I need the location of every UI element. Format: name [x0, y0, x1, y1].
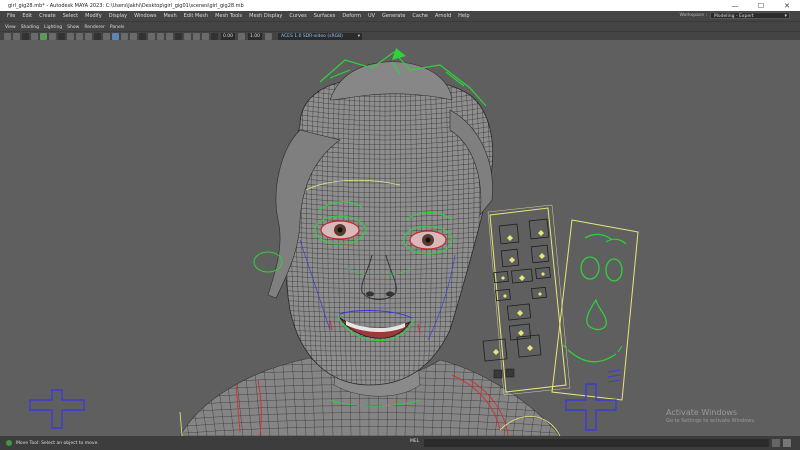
menu-arnold[interactable]: Arnold: [435, 13, 451, 19]
watermark-subtitle: Go to Settings to activate Windows.: [666, 418, 756, 424]
right-locator[interactable]: [565, 383, 617, 431]
textured-icon[interactable]: [121, 33, 128, 40]
menu-mesh-tools[interactable]: Mesh Tools: [215, 13, 242, 19]
help-line: Move Tool: Select an object to move. MEL: [0, 436, 800, 450]
head-mesh[interactable]: [270, 60, 506, 400]
command-line-input[interactable]: [424, 439, 769, 447]
close-button[interactable]: ✕: [774, 0, 800, 11]
field-chart-icon[interactable]: [67, 33, 74, 40]
viewport-3d[interactable]: [0, 40, 800, 436]
panel-menu-panels[interactable]: Panels: [110, 25, 124, 30]
antialiasing-icon[interactable]: [166, 33, 173, 40]
panel-menu-shading[interactable]: Shading: [21, 25, 39, 30]
panel-menu-lighting[interactable]: Lighting: [44, 25, 62, 30]
wireframe-icon[interactable]: [94, 33, 101, 40]
minimize-button[interactable]: —: [722, 0, 748, 11]
menu-generate[interactable]: Generate: [382, 13, 405, 19]
menu-modify[interactable]: Modify: [85, 13, 102, 19]
watermark-title: Activate Windows: [666, 408, 738, 417]
workspace-selector: Workspace : Modeling - Expert: [679, 12, 790, 20]
left-eye[interactable]: [320, 220, 360, 240]
lights-icon[interactable]: [130, 33, 137, 40]
gamma-field[interactable]: 1.00: [248, 33, 262, 40]
color-management-icon[interactable]: [265, 33, 272, 40]
workspace-dropdown[interactable]: Modeling - Expert: [710, 12, 790, 20]
menu-display[interactable]: Display: [109, 13, 127, 19]
exposure-icon[interactable]: [211, 33, 218, 40]
exposure-field[interactable]: 0.00: [221, 33, 235, 40]
menu-edit[interactable]: Edit: [22, 13, 32, 19]
xray-icon[interactable]: [184, 33, 191, 40]
gamma-icon[interactable]: [238, 33, 245, 40]
xray-joints-icon[interactable]: [193, 33, 200, 40]
camera-attributes-icon[interactable]: [4, 33, 11, 40]
title-bar: girl_gig28.mb* - Autodesk MAYA 2023: C:\…: [0, 0, 800, 11]
film-gate-icon[interactable]: [40, 33, 47, 40]
status-icon: [6, 440, 12, 446]
menu-surfaces[interactable]: Surfaces: [314, 13, 336, 19]
resolution-gate-icon[interactable]: [49, 33, 56, 40]
panel-menu-view[interactable]: View: [5, 25, 16, 30]
panel-menu-renderer[interactable]: Renderer: [84, 25, 105, 30]
ambient-occlusion-icon[interactable]: [148, 33, 155, 40]
window-title: girl_gig28.mb* - Autodesk MAYA 2023: C:\…: [8, 2, 244, 9]
menu-help[interactable]: Help: [458, 13, 469, 19]
backface-culling-icon[interactable]: [202, 33, 209, 40]
menu-curves[interactable]: Curves: [289, 13, 306, 19]
command-language-label[interactable]: MEL: [410, 439, 419, 444]
safe-title-icon[interactable]: [85, 33, 92, 40]
right-eye[interactable]: [409, 230, 447, 250]
isolate-select-icon[interactable]: [175, 33, 182, 40]
menu-select[interactable]: Select: [63, 13, 78, 19]
menu-file[interactable]: File: [7, 13, 15, 19]
maximize-button[interactable]: ☐: [748, 0, 774, 11]
script-editor-icon[interactable]: [772, 439, 780, 447]
menu-edit-mesh[interactable]: Edit Mesh: [184, 13, 208, 19]
motion-blur-icon[interactable]: [157, 33, 164, 40]
menu-mesh[interactable]: Mesh: [163, 13, 176, 19]
panel-toggle-icon[interactable]: [783, 439, 791, 447]
window-controls: — ☐ ✕: [722, 0, 800, 11]
bookmark-icon[interactable]: [13, 33, 20, 40]
menu-create[interactable]: Create: [39, 13, 56, 19]
main-menu-bar: File Edit Create Select Modify Display W…: [0, 11, 800, 21]
image-plane-icon[interactable]: [22, 33, 29, 40]
shadows-icon[interactable]: [139, 33, 146, 40]
windows-activation-watermark: Activate Windows Go to Settings to activ…: [666, 408, 756, 424]
gate-mask-icon[interactable]: [58, 33, 65, 40]
wireframe-on-shaded-icon[interactable]: [112, 33, 119, 40]
menu-windows[interactable]: Windows: [134, 13, 156, 19]
face-control-board-left[interactable]: [482, 204, 571, 396]
view-transform-dropdown[interactable]: ACES 1.0 SDR-video (sRGB): [278, 33, 362, 40]
menu-deform[interactable]: Deform: [342, 13, 361, 19]
menu-uv[interactable]: UV: [368, 13, 375, 19]
smooth-shade-icon[interactable]: [103, 33, 110, 40]
left-locator[interactable]: [29, 389, 85, 429]
menu-cache[interactable]: Cache: [412, 13, 428, 19]
menu-mesh-display[interactable]: Mesh Display: [249, 13, 282, 19]
panel-menu-show[interactable]: Show: [67, 25, 79, 30]
safe-action-icon[interactable]: [76, 33, 83, 40]
grid-icon[interactable]: [31, 33, 38, 40]
workspace-label: Workspace :: [679, 13, 707, 18]
status-message: Move Tool: Select an object to move.: [16, 440, 99, 446]
scene-canvas[interactable]: [0, 40, 800, 436]
